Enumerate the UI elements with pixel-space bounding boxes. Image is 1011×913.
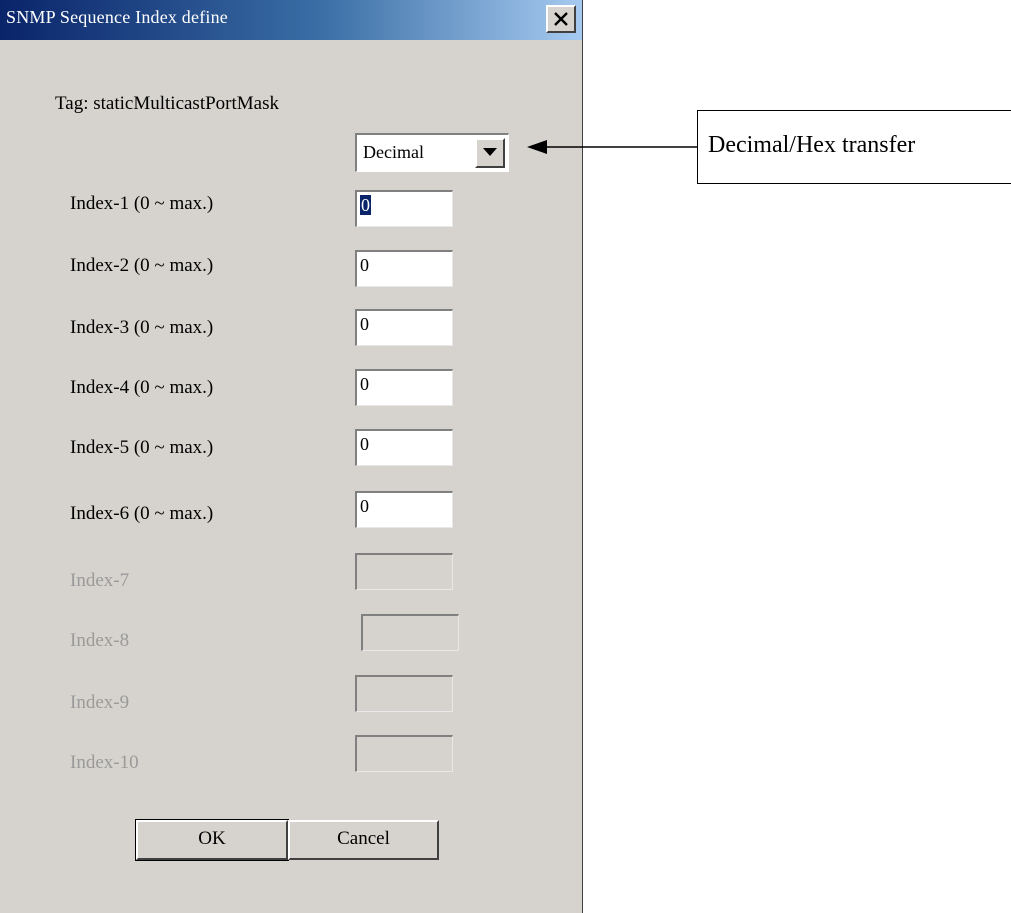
index-10-input [355,735,453,772]
index-1-label: Index-1 (0 ~ max.) [70,193,214,214]
ok-button[interactable]: OK [135,819,289,861]
snmp-index-dialog: SNMP Sequence Index define Tag: staticMu… [0,0,583,913]
index-9-input [355,675,453,712]
arrow-left-icon [527,140,697,154]
index-2-label: Index-2 (0 ~ max.) [70,255,214,276]
index-5-value: 0 [360,434,369,454]
index-8-input [361,614,459,651]
cancel-button[interactable]: Cancel [288,820,439,860]
index-1-input[interactable]: 0 [355,190,453,227]
index-4-value: 0 [360,374,369,394]
close-button[interactable] [546,5,576,33]
index-7-input [355,553,453,590]
tag-label: Tag: staticMulticastPortMask [55,93,280,114]
index-9-label: Index-9 [70,692,130,713]
format-select[interactable]: Decimal [355,133,509,172]
index-5-label: Index-5 (0 ~ max.) [70,437,214,458]
index-1-value: 0 [360,195,371,215]
index-2-input[interactable]: 0 [355,250,453,287]
index-6-label: Index-6 (0 ~ max.) [70,503,214,524]
index-3-value: 0 [360,314,369,334]
close-icon [554,12,568,26]
index-4-input[interactable]: 0 [355,369,453,406]
index-6-input[interactable]: 0 [355,491,453,528]
index-6-value: 0 [360,496,369,516]
format-select-value: Decimal [363,142,424,162]
index-10-label: Index-10 [70,752,139,773]
index-3-label: Index-3 (0 ~ max.) [70,317,214,338]
index-3-input[interactable]: 0 [355,309,453,346]
format-dropdown-button[interactable] [475,138,505,168]
callout-box: Decimal/Hex transfer [697,110,1011,184]
index-7-label: Index-7 [70,570,130,591]
index-8-label: Index-8 [70,630,130,651]
index-5-input[interactable]: 0 [355,429,453,466]
index-4-label: Index-4 (0 ~ max.) [70,377,214,398]
callout-text: Decimal/Hex transfer [708,132,916,158]
index-2-value: 0 [360,255,369,275]
title-bar[interactable]: SNMP Sequence Index define [0,0,582,40]
window-title: SNMP Sequence Index define [6,7,228,27]
chevron-down-icon [483,148,497,156]
